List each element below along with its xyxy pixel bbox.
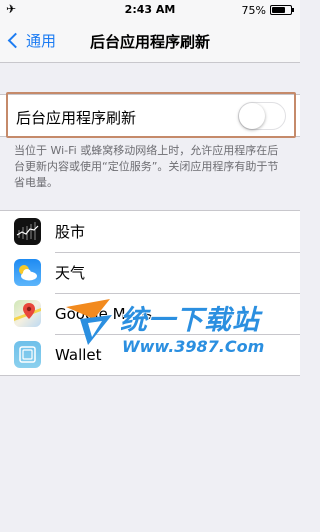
watermark-title: 统一下载站: [120, 305, 260, 336]
switch-knob: [239, 103, 265, 129]
top-bar: ✈ 2:43 AM 75% 通用 后台应用程序刷新: [0, 0, 300, 63]
watermark-url: Www.3987.Com: [122, 337, 265, 356]
navigation-bar: 通用 后台应用程序刷新: [0, 20, 300, 62]
app-row-weather[interactable]: 天气: [0, 252, 300, 293]
stocks-icon: [14, 218, 41, 245]
app-row-stocks[interactable]: 股市: [0, 211, 300, 252]
app-name: 股市: [55, 223, 86, 241]
page-title: 后台应用程序刷新: [89, 33, 210, 51]
app-name: 天气: [55, 264, 86, 282]
status-bar: ✈ 2:43 AM 75%: [0, 0, 300, 20]
watermark-logo: [66, 299, 112, 345]
weather-icon: [14, 259, 41, 286]
footer-description: 当位于 Wi-Fi 或蜂窝移动网络上时，允许应用程序在后台更新内容或使用“定位服…: [14, 144, 279, 189]
wallet-icon: [14, 341, 41, 368]
background-refresh-row: 后台应用程序刷新: [0, 94, 300, 137]
background-refresh-switch[interactable]: [238, 102, 286, 130]
background-refresh-label: 后台应用程序刷新: [16, 109, 137, 127]
settings-screen: ✈ 2:43 AM 75% 通用 后台应用程序刷新 后台应用程序刷新 当位于 W…: [0, 0, 300, 532]
battery-icon: [270, 5, 294, 15]
battery-percent: 75%: [241, 4, 266, 17]
google-maps-icon: [14, 300, 41, 327]
watermark: 统一下载站 Www.3987.Com: [62, 293, 265, 373]
